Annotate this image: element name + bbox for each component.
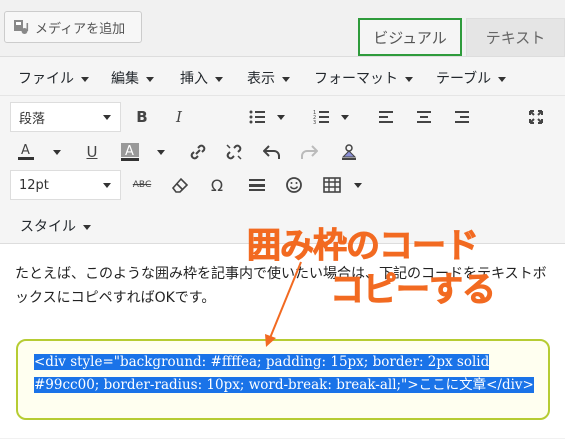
annotation-line1: 囲み枠のコード xyxy=(247,226,480,267)
annotation-line2: コピーする xyxy=(330,270,497,311)
